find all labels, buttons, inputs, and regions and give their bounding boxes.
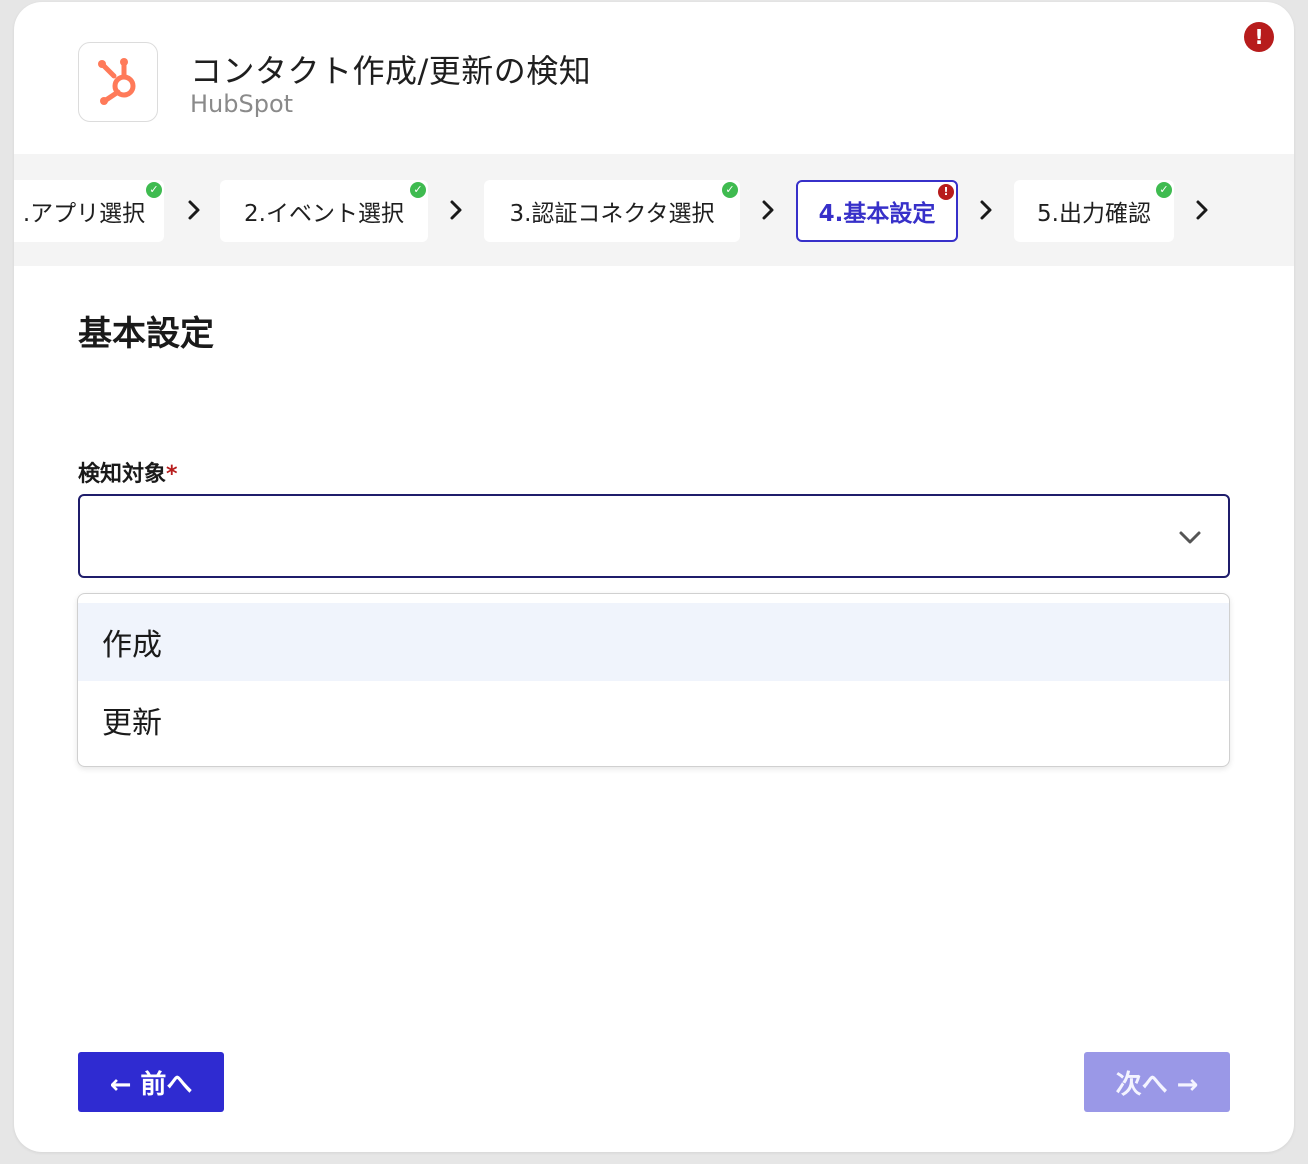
chevron-right-icon bbox=[450, 200, 462, 220]
step-output-confirm[interactable]: 5.出力確認 ✓ bbox=[1014, 180, 1174, 242]
page-title: コンタクト作成/更新の検知 bbox=[190, 52, 592, 90]
section-title: 基本設定 bbox=[78, 314, 214, 354]
prev-button[interactable]: ← 前へ bbox=[78, 1052, 224, 1112]
modal-dialog: ! コンタクト作成/更新の検知 HubSpot .アプリ選択 ✓ 2.イベント選… bbox=[14, 2, 1294, 1152]
chevron-right-icon bbox=[188, 200, 200, 220]
step-navigation: .アプリ選択 ✓ 2.イベント選択 ✓ 3.認証コネクタ選択 ✓ 4.基本設定 … bbox=[14, 154, 1294, 266]
step-auth-connector-select[interactable]: 3.認証コネクタ選択 ✓ bbox=[484, 180, 740, 242]
chevron-right-icon bbox=[1196, 200, 1208, 220]
check-icon: ✓ bbox=[146, 182, 162, 198]
step-app-select[interactable]: .アプリ選択 ✓ bbox=[14, 180, 164, 242]
check-icon: ✓ bbox=[722, 182, 738, 198]
step-event-select[interactable]: 2.イベント選択 ✓ bbox=[220, 180, 428, 242]
step-label: 2.イベント選択 bbox=[244, 201, 404, 227]
chevron-right-icon bbox=[762, 200, 774, 220]
check-icon: ✓ bbox=[410, 182, 426, 198]
step-basic-settings[interactable]: 4.基本設定 ! bbox=[796, 180, 958, 242]
step-label: 4.基本設定 bbox=[818, 201, 936, 227]
step-label: 5.出力確認 bbox=[1037, 201, 1151, 227]
detection-target-select[interactable] bbox=[78, 494, 1230, 578]
error-icon: ! bbox=[938, 184, 954, 200]
check-icon: ✓ bbox=[1156, 182, 1172, 198]
app-icon-tile bbox=[78, 42, 158, 122]
dropdown-menu: 作成 更新 bbox=[77, 593, 1230, 767]
next-button[interactable]: 次へ → bbox=[1084, 1052, 1230, 1112]
field-label-text: 検知対象 bbox=[78, 462, 167, 487]
step-label: .アプリ選択 bbox=[22, 201, 146, 227]
dropdown-option-create[interactable]: 作成 bbox=[78, 603, 1229, 681]
required-mark: * bbox=[166, 462, 178, 487]
dropdown-option-update[interactable]: 更新 bbox=[78, 681, 1229, 759]
hubspot-sprocket-icon bbox=[98, 58, 136, 105]
chevron-right-icon bbox=[980, 200, 992, 220]
error-alert-icon[interactable]: ! bbox=[1244, 22, 1274, 52]
step-label: 3.認証コネクタ選択 bbox=[509, 201, 715, 227]
field-label: 検知対象* bbox=[78, 456, 178, 488]
app-name: HubSpot bbox=[190, 90, 294, 118]
chevron-down-icon[interactable] bbox=[1176, 526, 1204, 550]
